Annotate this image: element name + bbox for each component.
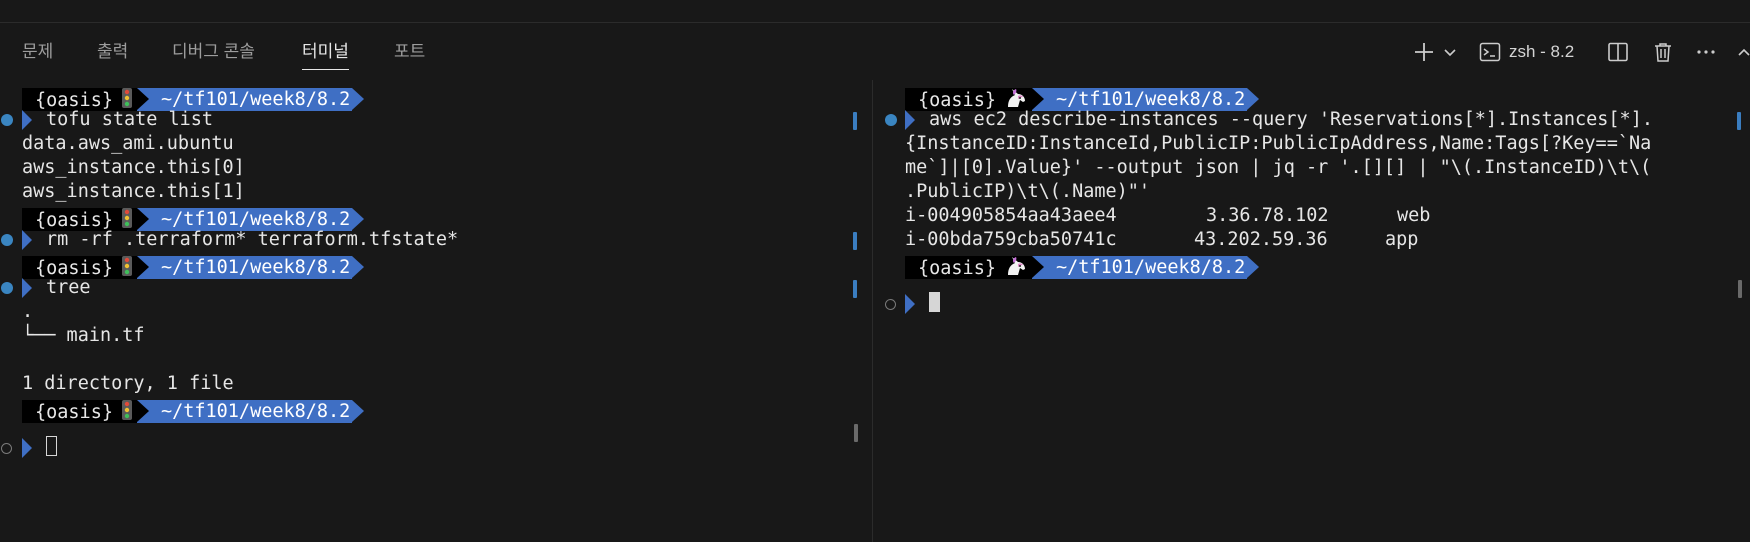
scroll-marker bbox=[853, 280, 857, 298]
prompt-path-segment: ~/tf101/week8/8.2 bbox=[1031, 256, 1260, 279]
command-line: .PublicIP)\t\(.Name)"' bbox=[905, 181, 1151, 202]
instance-ip: 3.36.78.102 bbox=[1206, 205, 1329, 226]
output-line: └── main.tf bbox=[22, 325, 145, 346]
shell-prompt: {oasis} ~/tf101/week8/8.2 bbox=[22, 400, 365, 423]
output-line: aws_instance.this[0] bbox=[22, 157, 245, 178]
scroll-marker bbox=[1737, 112, 1741, 130]
scroll-marker bbox=[854, 424, 858, 442]
command-line: me`]|[0].Value}' --output json | jq -r '… bbox=[905, 157, 1652, 178]
editor-top-strip bbox=[0, 0, 1750, 23]
unicorn-icon bbox=[1004, 256, 1028, 282]
command-success-decoration[interactable] bbox=[1, 234, 13, 246]
tab-ports[interactable]: 포트 bbox=[394, 39, 425, 69]
prompt-arrow-icon bbox=[22, 438, 32, 458]
output-line: . bbox=[22, 301, 34, 322]
terminal-cursor bbox=[929, 292, 940, 312]
prompt-arrow-icon bbox=[22, 110, 32, 130]
traffic-light-icon bbox=[121, 256, 133, 282]
ellipsis-icon[interactable] bbox=[1695, 35, 1717, 69]
prompt-arrow-icon bbox=[905, 110, 915, 130]
tab-output[interactable]: 출력 bbox=[97, 39, 128, 69]
command-pending-decoration[interactable] bbox=[885, 299, 896, 310]
output-line: 1 directory, 1 file bbox=[22, 373, 234, 394]
instance-ip: 43.202.59.36 bbox=[1194, 229, 1328, 250]
chevron-up-icon[interactable] bbox=[1737, 35, 1750, 69]
output-line: data.aws_ami.ubuntu bbox=[22, 133, 234, 154]
tab-debug-console[interactable]: 디버그 콘솔 bbox=[172, 39, 255, 69]
prompt-path-segment: ~/tf101/week8/8.2 bbox=[136, 400, 365, 423]
instance-name: web bbox=[1397, 205, 1431, 226]
plus-icon[interactable] bbox=[1413, 35, 1435, 69]
instance-name: app bbox=[1385, 229, 1419, 250]
command-line: {InstanceID:InstanceId,PublicIP:PublicIp… bbox=[905, 133, 1652, 154]
command-line: tree bbox=[46, 277, 91, 298]
command-success-decoration[interactable] bbox=[1, 282, 13, 294]
prompt-arrow-icon bbox=[22, 230, 32, 250]
prompt-host-segment: {oasis} bbox=[905, 256, 1032, 279]
prompt-arrow-icon bbox=[905, 294, 915, 314]
terminal-pane-left[interactable]: {oasis} ~/tf101/week8/8.2 tofu state list… bbox=[0, 80, 872, 542]
chevron-down-icon[interactable] bbox=[1443, 35, 1457, 69]
terminal-icon bbox=[1479, 41, 1501, 63]
scroll-marker bbox=[853, 112, 857, 130]
terminal-selector[interactable]: zsh - 8.2 bbox=[1479, 35, 1574, 69]
command-line: rm -rf .terraform* terraform.tfstate* bbox=[46, 229, 459, 250]
tab-terminal[interactable]: 터미널 bbox=[302, 39, 349, 70]
shell-prompt: {oasis} ~/tf101/week8/8.2 bbox=[905, 256, 1260, 279]
prompt-arrow-icon bbox=[22, 278, 32, 298]
command-success-decoration[interactable] bbox=[885, 114, 897, 126]
output-line: aws_instance.this[1] bbox=[22, 181, 245, 202]
command-success-decoration[interactable] bbox=[1, 114, 13, 126]
trash-icon[interactable] bbox=[1652, 35, 1674, 69]
terminal-cursor bbox=[46, 436, 57, 456]
prompt-host-segment: {oasis} bbox=[22, 400, 137, 423]
prompt-path-segment: ~/tf101/week8/8.2 bbox=[136, 256, 365, 279]
command-line: tofu state list bbox=[46, 109, 214, 130]
panel-tab-bar: 문제 출력 디버그 콘솔 터미널 포트 zsh - 8.2 bbox=[0, 23, 1750, 77]
scroll-marker bbox=[853, 232, 857, 250]
tab-problems[interactable]: 문제 bbox=[22, 39, 53, 69]
split-terminal-icon[interactable] bbox=[1607, 35, 1629, 69]
scroll-marker bbox=[1738, 280, 1742, 298]
command-pending-decoration[interactable] bbox=[1, 443, 12, 454]
instance-id: i-004905854aa43aee4 bbox=[905, 205, 1117, 226]
terminal-selector-label: zsh - 8.2 bbox=[1509, 42, 1575, 61]
terminal-pane-right[interactable]: {oasis} ~/tf101/week8/8.2 aws ec2 describ… bbox=[873, 80, 1750, 542]
traffic-light-icon bbox=[121, 400, 133, 426]
command-line: aws ec2 describe-instances --query 'Rese… bbox=[929, 109, 1653, 130]
instance-id: i-00bda759cba50741c bbox=[905, 229, 1117, 250]
